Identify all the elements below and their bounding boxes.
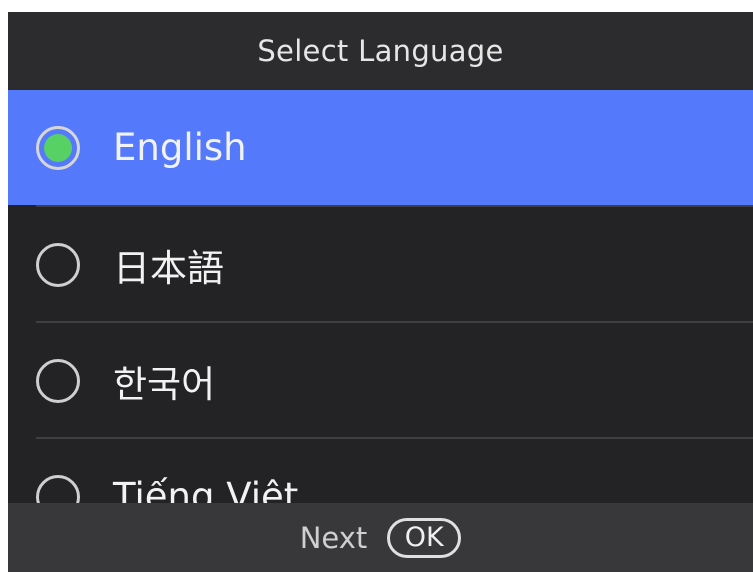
language-option-korean[interactable]: 한국어 — [8, 323, 753, 438]
language-option-english[interactable]: English — [8, 90, 753, 205]
radio-button-icon[interactable] — [36, 474, 80, 505]
language-label: English — [113, 126, 247, 169]
radio-selected-dot-icon — [44, 133, 72, 162]
language-label: 한국어 — [113, 362, 216, 406]
title-bar: Select Language — [8, 12, 753, 90]
language-label: 日本語 — [113, 246, 224, 290]
language-option-japanese[interactable]: 日本語 — [8, 207, 753, 322]
footer-bar: Next OK — [8, 503, 753, 572]
radio-button-icon[interactable] — [36, 125, 80, 170]
radio-button-icon[interactable] — [36, 358, 80, 403]
page-title: Select Language — [257, 34, 504, 68]
language-option-vietnamese[interactable]: Tiếng Việt — [8, 439, 753, 505]
radio-button-icon[interactable] — [36, 242, 80, 287]
ok-key-icon[interactable]: OK — [387, 517, 462, 558]
language-list[interactable]: English 日本語 한국어 Tiếng Việt — [8, 90, 753, 505]
language-select-screen: Select Language English 日本語 한국어 Tiếng Vi… — [8, 12, 753, 572]
language-label: Tiếng Việt — [113, 475, 299, 505]
next-label: Next — [299, 520, 368, 555]
